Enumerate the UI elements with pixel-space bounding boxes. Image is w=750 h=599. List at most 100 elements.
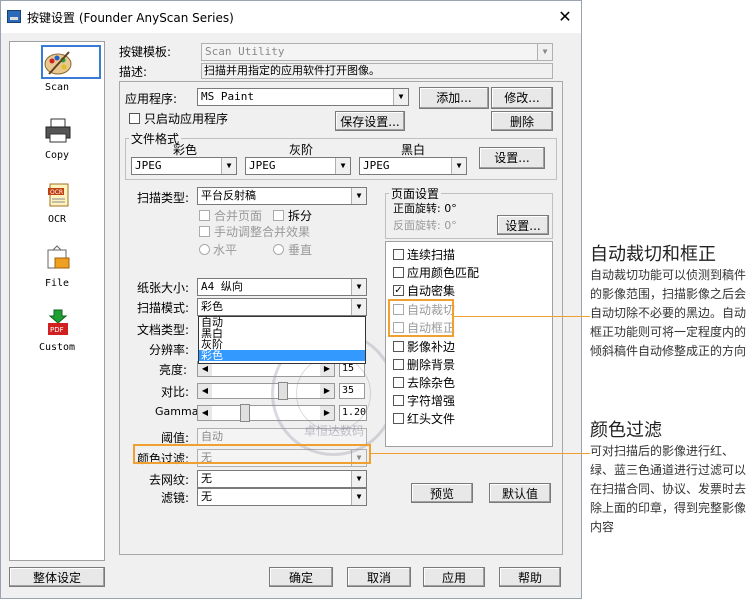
chevron-down-icon: ▼: [351, 188, 366, 204]
gray-format-value: JPEG: [249, 159, 276, 172]
app-select[interactable]: MS Paint ▼: [197, 88, 409, 106]
watermark-inner-ring: [296, 356, 371, 431]
doc-type-label: 文档类型:: [137, 323, 190, 337]
descreen-value: 无: [201, 472, 212, 485]
color-match-label: 应用颜色匹配: [407, 266, 480, 280]
ocr-icon: OCR: [48, 183, 69, 207]
remove-background-label: 删除背景: [407, 358, 456, 372]
watermark-text: 卓恒达数码: [303, 424, 364, 438]
continuous-scan-checkbox[interactable]: [393, 249, 404, 260]
sidebar-item-scan[interactable]: Scan: [10, 44, 104, 102]
chevron-down-icon: ▼: [221, 158, 236, 174]
chevron-down-icon: ▼: [351, 299, 366, 315]
sidebar-item-copy[interactable]: Copy: [10, 112, 104, 170]
dropdown-option-gray[interactable]: 灰阶: [199, 339, 365, 350]
scan-mode-label: 扫描模式:: [137, 301, 190, 315]
color-match-checkbox[interactable]: [393, 267, 404, 278]
ok-button[interactable]: 确定: [269, 567, 333, 587]
format-settings-button[interactable]: 设置...: [479, 147, 545, 169]
contrast-label: 对比:: [161, 385, 190, 399]
merge-pages-label: 合并页面: [214, 209, 263, 223]
color-filter-highlight: [133, 444, 371, 464]
callout-line-color-filter: [370, 453, 590, 454]
template-value: Scan Utility: [205, 45, 285, 58]
arrow-left-icon[interactable]: ◀: [198, 384, 212, 398]
color-format-label: 彩色: [173, 143, 198, 157]
dropdown-option-color[interactable]: 彩色: [199, 350, 365, 361]
arrow-left-icon[interactable]: ◀: [198, 406, 212, 420]
overall-settings-button[interactable]: 整体设定: [9, 567, 105, 587]
scan-mode-select[interactable]: 彩色 ▼: [197, 298, 367, 316]
settings-window: 按键设置 (Founder AnyScan Series) ✕ Scan Cop…: [0, 0, 582, 599]
save-settings-button[interactable]: 保存设置...: [335, 111, 405, 131]
title-bar: 按键设置 (Founder AnyScan Series) ✕: [1, 1, 581, 33]
paper-size-value: A4 纵向: [201, 280, 243, 293]
char-enhance-checkbox[interactable]: [393, 395, 404, 406]
gamma-label: Gamma:: [155, 405, 203, 418]
split-label: 拆分: [288, 209, 313, 223]
sidebar-item-label: Custom: [38, 342, 76, 353]
filter-select[interactable]: 无 ▼: [197, 488, 367, 506]
sidebar-item-ocr[interactable]: OCR OCR: [10, 176, 104, 234]
arrow-left-icon[interactable]: ◀: [198, 362, 212, 376]
manual-merge-checkbox[interactable]: [199, 226, 210, 237]
sidebar-item-custom[interactable]: PDF Custom: [10, 304, 104, 362]
app-label: 应用程序:: [125, 92, 178, 106]
red-file-checkbox[interactable]: [393, 413, 404, 424]
dropdown-option-bw[interactable]: 黑白: [199, 328, 365, 339]
horizontal-radio[interactable]: [199, 244, 210, 255]
autostart-checkbox[interactable]: [129, 113, 140, 124]
preview-button[interactable]: 预览: [411, 483, 473, 503]
color-format-select[interactable]: JPEG ▼: [131, 157, 237, 175]
dropdown-option-auto[interactable]: 自动: [199, 317, 365, 328]
scan-type-value: 平台反射稿: [201, 189, 256, 202]
printer-icon: [45, 118, 71, 143]
auto-density-label: 自动密集: [407, 284, 456, 298]
button-sidebar: Scan Copy OCR OCR File PDF Custom: [9, 41, 105, 561]
scan-mode-value: 彩色: [201, 300, 223, 313]
add-button[interactable]: 添加...: [419, 87, 489, 109]
merge-pages-checkbox[interactable]: [199, 210, 210, 221]
front-rotation: 正面旋转: 0°: [393, 202, 457, 215]
scanner-app-icon: [7, 10, 21, 23]
bw-format-value: JPEG: [363, 159, 390, 172]
slider-thumb[interactable]: [240, 404, 250, 422]
descreen-select[interactable]: 无 ▼: [197, 470, 367, 488]
chevron-down-icon: ▼: [451, 158, 466, 174]
split-checkbox[interactable]: [273, 210, 284, 221]
chevron-down-icon: ▼: [351, 279, 366, 295]
scan-mode-dropdown: 自动 黑白 灰阶 彩色: [198, 316, 366, 364]
default-button[interactable]: 默认值: [489, 483, 551, 503]
scan-type-select[interactable]: 平台反射稿 ▼: [197, 187, 367, 205]
image-fill-checkbox[interactable]: [393, 341, 404, 352]
remove-background-checkbox[interactable]: [393, 359, 404, 370]
resolution-label: 分辨率:: [149, 343, 190, 357]
chevron-down-icon: ▼: [351, 471, 366, 487]
page-settings-button[interactable]: 设置...: [497, 215, 549, 235]
callout-line-auto-crop: [453, 316, 590, 317]
help-button[interactable]: 帮助: [499, 567, 561, 587]
cancel-button[interactable]: 取消: [347, 567, 411, 587]
edit-button[interactable]: 修改...: [491, 87, 553, 109]
apply-button[interactable]: 应用: [423, 567, 485, 587]
delete-button[interactable]: 删除: [491, 111, 553, 131]
vertical-label: 垂直: [288, 243, 313, 257]
window-title: 按键设置 (Founder AnyScan Series): [27, 11, 234, 25]
annotation-body-auto-crop: 自动裁切功能可以侦测到稿件的影像范围，扫描影像之后会自动切除不必要的黑边。自动框…: [590, 268, 747, 358]
svg-text:OCR: OCR: [50, 189, 63, 196]
app-value: MS Paint: [201, 90, 254, 103]
image-fill-label: 影像补边: [407, 340, 456, 354]
bw-format-label: 黑白: [401, 143, 426, 157]
gray-format-select[interactable]: JPEG ▼: [245, 157, 351, 175]
vertical-radio[interactable]: [273, 244, 284, 255]
template-select[interactable]: Scan Utility ▼: [201, 43, 553, 61]
bw-format-select[interactable]: JPEG ▼: [359, 157, 467, 175]
paper-size-select[interactable]: A4 纵向 ▼: [197, 278, 367, 296]
auto-density-checkbox[interactable]: ✓: [393, 285, 404, 296]
svg-text:PDF: PDF: [50, 326, 64, 334]
scan-type-label: 扫描类型:: [137, 191, 190, 205]
sidebar-item-file[interactable]: File: [10, 240, 104, 298]
sidebar-item-label: Copy: [44, 150, 70, 161]
despeckle-checkbox[interactable]: [393, 377, 404, 388]
close-icon[interactable]: ✕: [554, 6, 576, 28]
